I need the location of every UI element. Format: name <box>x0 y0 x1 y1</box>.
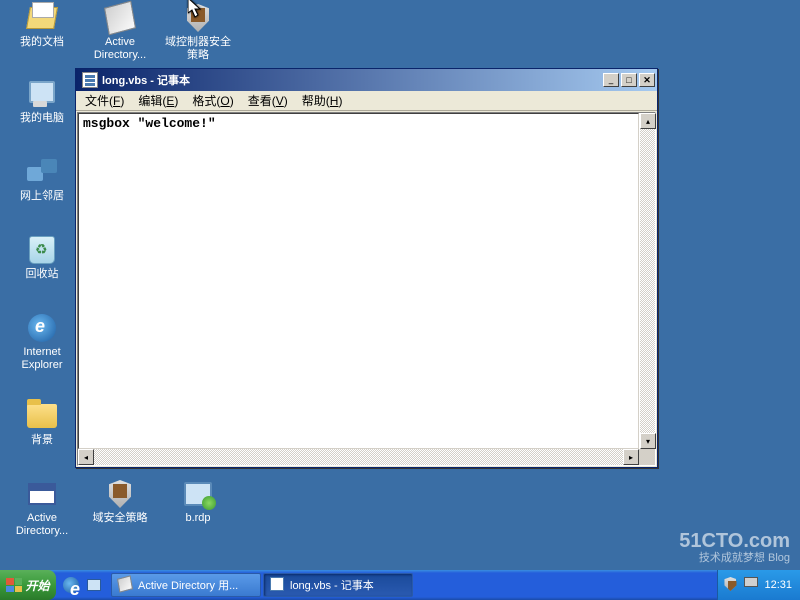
network-icon <box>26 156 58 188</box>
close-button[interactable]: ✕ <box>639 73 655 87</box>
scrollbar-vertical[interactable]: ▴ ▾ <box>639 113 655 449</box>
cursor-icon <box>188 0 202 18</box>
icon-my-computer[interactable]: 我的电脑 <box>6 78 78 125</box>
icon-label: 我的文档 <box>6 36 78 49</box>
clock[interactable]: 12:31 <box>764 579 792 591</box>
icon-label: Internet Explorer <box>6 346 78 372</box>
start-label: 开始 <box>25 577 49 594</box>
task-buttons: Active Directory 用... long.vbs - 记事本 <box>109 570 717 600</box>
folder-icon <box>26 400 58 432</box>
window-title: long.vbs - 记事本 <box>102 72 601 88</box>
scroll-track[interactable] <box>640 129 655 433</box>
icon-domain-controller-policy[interactable]: 域控制器安全策略 <box>162 2 234 62</box>
menubar: 文件(F) 编辑(E) 格式(O) 查看(V) 帮助(H) <box>76 91 657 111</box>
minimize-button[interactable]: _ <box>603 73 619 87</box>
maximize-button[interactable]: □ <box>621 73 637 87</box>
notepad-window: long.vbs - 记事本 _ □ ✕ 文件(F) 编辑(E) 格式(O) 查… <box>75 68 658 468</box>
menu-edit[interactable]: 编辑(E) <box>131 90 185 111</box>
start-button[interactable]: 开始 <box>0 570 56 600</box>
icon-network-neighborhood[interactable]: 网上邻居 <box>6 156 78 203</box>
scrollbar-horizontal[interactable]: ◂ ▸ <box>78 449 639 465</box>
quick-launch <box>56 574 109 596</box>
task-ad-users[interactable]: Active Directory 用... <box>111 573 261 597</box>
icon-label: 回收站 <box>6 268 78 281</box>
scroll-up-icon[interactable]: ▴ <box>640 113 656 129</box>
icon-label: 背景 <box>6 434 78 447</box>
task-notepad[interactable]: long.vbs - 记事本 <box>263 573 413 597</box>
watermark-main: 51CTO.com <box>679 530 790 552</box>
recycle-bin-icon <box>26 234 58 266</box>
scroll-left-icon[interactable]: ◂ <box>78 449 94 465</box>
scrollbar-corner <box>639 449 655 465</box>
titlebar[interactable]: long.vbs - 记事本 _ □ ✕ <box>76 69 657 91</box>
computer-icon <box>26 78 58 110</box>
menu-file[interactable]: 文件(F) <box>78 90 131 111</box>
windows-flag-icon <box>6 578 22 592</box>
shield-icon <box>104 478 136 510</box>
icon-my-documents[interactable]: 我的文档 <box>6 2 78 49</box>
ie-icon <box>26 312 58 344</box>
tray-keyboard-icon[interactable] <box>744 577 760 593</box>
task-label: Active Directory 用... <box>138 577 238 593</box>
icon-active-directory-1[interactable]: Active Directory... <box>84 2 156 62</box>
icon-recycle-bin[interactable]: 回收站 <box>6 234 78 281</box>
scroll-track[interactable] <box>94 449 623 465</box>
book-icon <box>104 2 136 34</box>
menu-help[interactable]: 帮助(H) <box>295 90 350 111</box>
notepad-icon <box>82 72 98 88</box>
icon-label: 网上邻居 <box>6 190 78 203</box>
icon-label: 域安全策略 <box>84 512 156 525</box>
watermark: 51CTO.com 技术成就梦想 Blog <box>679 530 790 564</box>
icon-background[interactable]: 背景 <box>6 400 78 447</box>
icon-label: Active Directory... <box>84 36 156 62</box>
task-label: long.vbs - 记事本 <box>290 577 374 593</box>
menu-format[interactable]: 格式(O) <box>185 90 240 111</box>
editor-area: msgbox "welcome!" ▴ ▾ ◂ ▸ <box>77 112 656 466</box>
icon-b-rdp[interactable]: b.rdp <box>162 478 234 525</box>
icon-label: Active Directory... <box>6 512 78 538</box>
menu-view[interactable]: 查看(V) <box>241 90 295 111</box>
system-tray: 12:31 <box>717 570 800 600</box>
folder-open-icon <box>26 2 58 34</box>
taskbar: 开始 Active Directory 用... long.vbs - 记事本 … <box>0 570 800 600</box>
ql-desktop[interactable] <box>83 574 105 596</box>
icon-label: 域控制器安全策略 <box>162 36 234 62</box>
icon-domain-security-policy[interactable]: 域安全策略 <box>84 478 156 525</box>
scroll-right-icon[interactable]: ▸ <box>623 449 639 465</box>
icon-active-directory-2[interactable]: Active Directory... <box>6 478 78 538</box>
window-buttons: _ □ ✕ <box>601 73 655 87</box>
watermark-sub: 技术成就梦想 Blog <box>679 552 790 564</box>
ad-window-icon <box>26 478 58 510</box>
ad-icon <box>118 577 134 593</box>
text-editor[interactable]: msgbox "welcome!" <box>78 113 639 449</box>
icon-label: b.rdp <box>162 512 234 525</box>
notepad-icon <box>270 577 286 593</box>
icon-internet-explorer[interactable]: Internet Explorer <box>6 312 78 372</box>
tray-security-icon[interactable] <box>724 577 740 593</box>
scroll-down-icon[interactable]: ▾ <box>640 433 656 449</box>
ql-ie[interactable] <box>60 574 82 596</box>
icon-label: 我的电脑 <box>6 112 78 125</box>
rdp-icon <box>182 478 214 510</box>
